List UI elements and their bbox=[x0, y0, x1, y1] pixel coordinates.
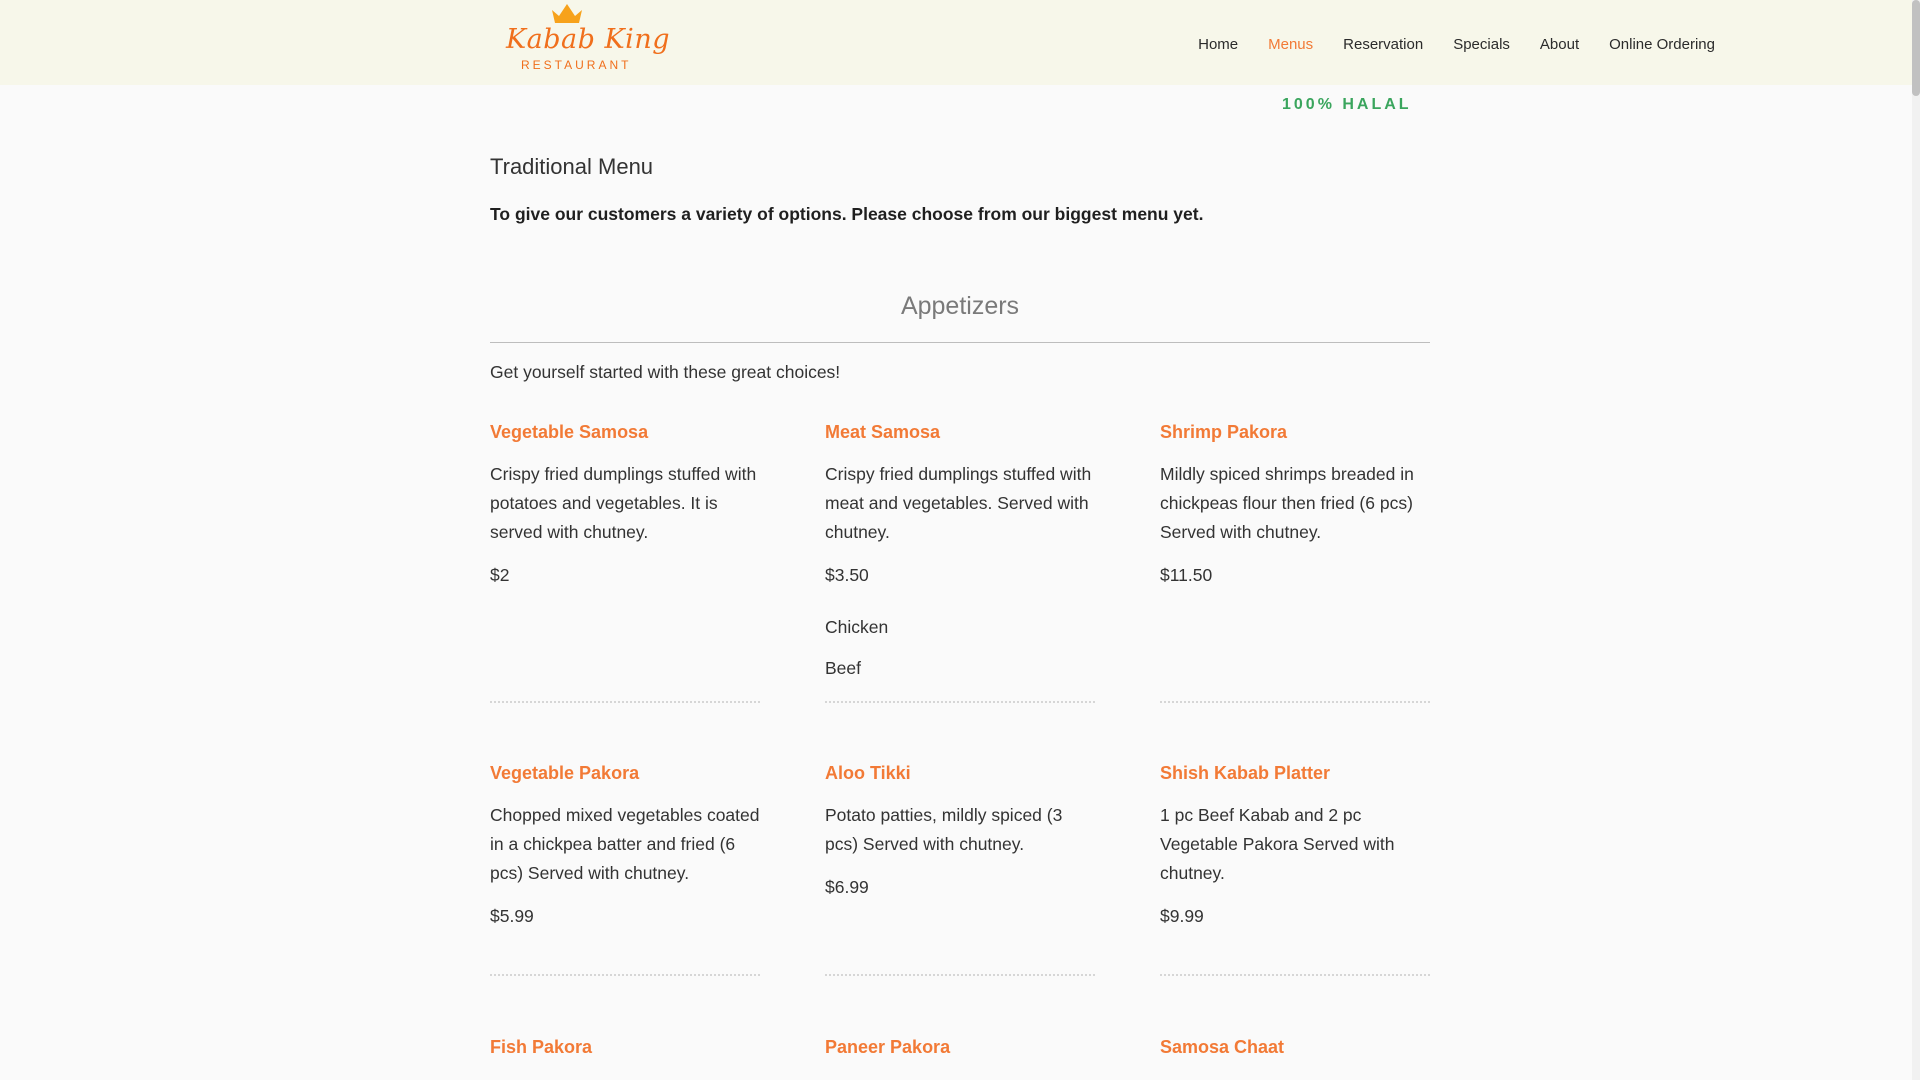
item-separator bbox=[490, 701, 760, 703]
menu-item-price: $11.50 bbox=[1160, 565, 1213, 585]
page-scrollbar[interactable] bbox=[1912, 0, 1920, 1080]
nav-home[interactable]: Home bbox=[1183, 36, 1253, 53]
menu-item-price: $2 bbox=[490, 565, 510, 585]
menu-item-description: Potato patties, mildly spiced (3 pcs) Se… bbox=[825, 805, 1063, 854]
menu-item-description: 1 pc Beef Kabab and 2 pc Vegetable Pakor… bbox=[1160, 805, 1395, 883]
menu-item-description: Crispy fried dumplings stuffed with pota… bbox=[490, 464, 757, 542]
menu-item-name: Fish Pakora bbox=[490, 1037, 593, 1057]
menu-item: Shish Kabab Platter 1 pc Beef Kabab and … bbox=[1160, 761, 1430, 928]
item-separator bbox=[1160, 701, 1430, 703]
menu-item-name: Aloo Tikki bbox=[825, 763, 911, 783]
page-title: Traditional Menu bbox=[490, 154, 654, 179]
menu-item-name: Meat Samosa bbox=[825, 422, 941, 442]
menu-item-price: $5.99 bbox=[490, 906, 534, 926]
menu-item-name: Vegetable Pakora bbox=[490, 763, 640, 783]
item-separator bbox=[825, 701, 1095, 703]
nav-specials[interactable]: Specials bbox=[1438, 36, 1525, 53]
menu-item-name: Paneer Pakora bbox=[825, 1037, 951, 1057]
menu-item-description: Mildly spiced shrimps breaded in chickpe… bbox=[1160, 464, 1414, 542]
site-logo[interactable]: Kabab King RESTAURANT bbox=[506, 2, 670, 72]
menu-item-price: $6.99 bbox=[825, 877, 869, 897]
logo-subtitle: RESTAURANT bbox=[521, 58, 632, 72]
menu-item-name: Vegetable Samosa bbox=[490, 422, 649, 442]
section-title: Appetizers bbox=[900, 292, 1020, 320]
menu-item: Paneer Pakora bbox=[825, 1035, 1095, 1059]
menu-item: Aloo Tikki Potato patties, mildly spiced… bbox=[825, 761, 1095, 899]
section-description: Get yourself started with these great ch… bbox=[490, 362, 841, 382]
menu-item: Meat Samosa Crispy fried dumplings stuff… bbox=[825, 420, 1095, 680]
item-separator bbox=[825, 974, 1095, 976]
menu-item: Shrimp Pakora Mildly spiced shrimps brea… bbox=[1160, 420, 1430, 587]
halal-badge: 100% HALAL bbox=[1282, 96, 1412, 113]
nav-online-ordering[interactable]: Online Ordering bbox=[1594, 36, 1715, 53]
scrollbar-thumb[interactable] bbox=[1912, 0, 1920, 96]
menu-intro: To give our customers a variety of optio… bbox=[490, 204, 1204, 224]
menu-item: Vegetable Pakora Chopped mixed vegetable… bbox=[490, 761, 760, 928]
item-separator bbox=[1160, 974, 1430, 976]
logo-name: Kabab King bbox=[506, 24, 670, 55]
menu-item: Samosa Chaat bbox=[1160, 1035, 1430, 1059]
site-header: Kabab King RESTAURANT Home Menus Reserva… bbox=[0, 0, 1920, 85]
menu-item-option: Beef bbox=[825, 658, 861, 678]
main-nav: Home Menus Reservation Specials About On… bbox=[1183, 36, 1715, 53]
menu-item-name: Samosa Chaat bbox=[1160, 1037, 1285, 1057]
menu-item-price: $9.99 bbox=[1160, 906, 1204, 926]
section-divider bbox=[490, 342, 1430, 343]
menu-item-description: Chopped mixed vegetables coated in a chi… bbox=[490, 805, 760, 883]
nav-reservation[interactable]: Reservation bbox=[1328, 36, 1438, 53]
menu-item: Vegetable Samosa Crispy fried dumplings … bbox=[490, 420, 760, 587]
menu-item: Fish Pakora bbox=[490, 1035, 760, 1059]
crown-icon bbox=[552, 4, 582, 23]
item-separator bbox=[490, 974, 760, 976]
nav-about[interactable]: About bbox=[1525, 36, 1594, 53]
menu-item-name: Shish Kabab Platter bbox=[1160, 763, 1331, 783]
menu-item-option: Chicken bbox=[825, 617, 889, 637]
menu-item-description: Crispy fried dumplings stuffed with meat… bbox=[825, 464, 1092, 542]
nav-menus[interactable]: Menus bbox=[1253, 36, 1328, 53]
menu-item-name: Shrimp Pakora bbox=[1160, 422, 1288, 442]
menu-item-price: $3.50 bbox=[825, 565, 869, 585]
